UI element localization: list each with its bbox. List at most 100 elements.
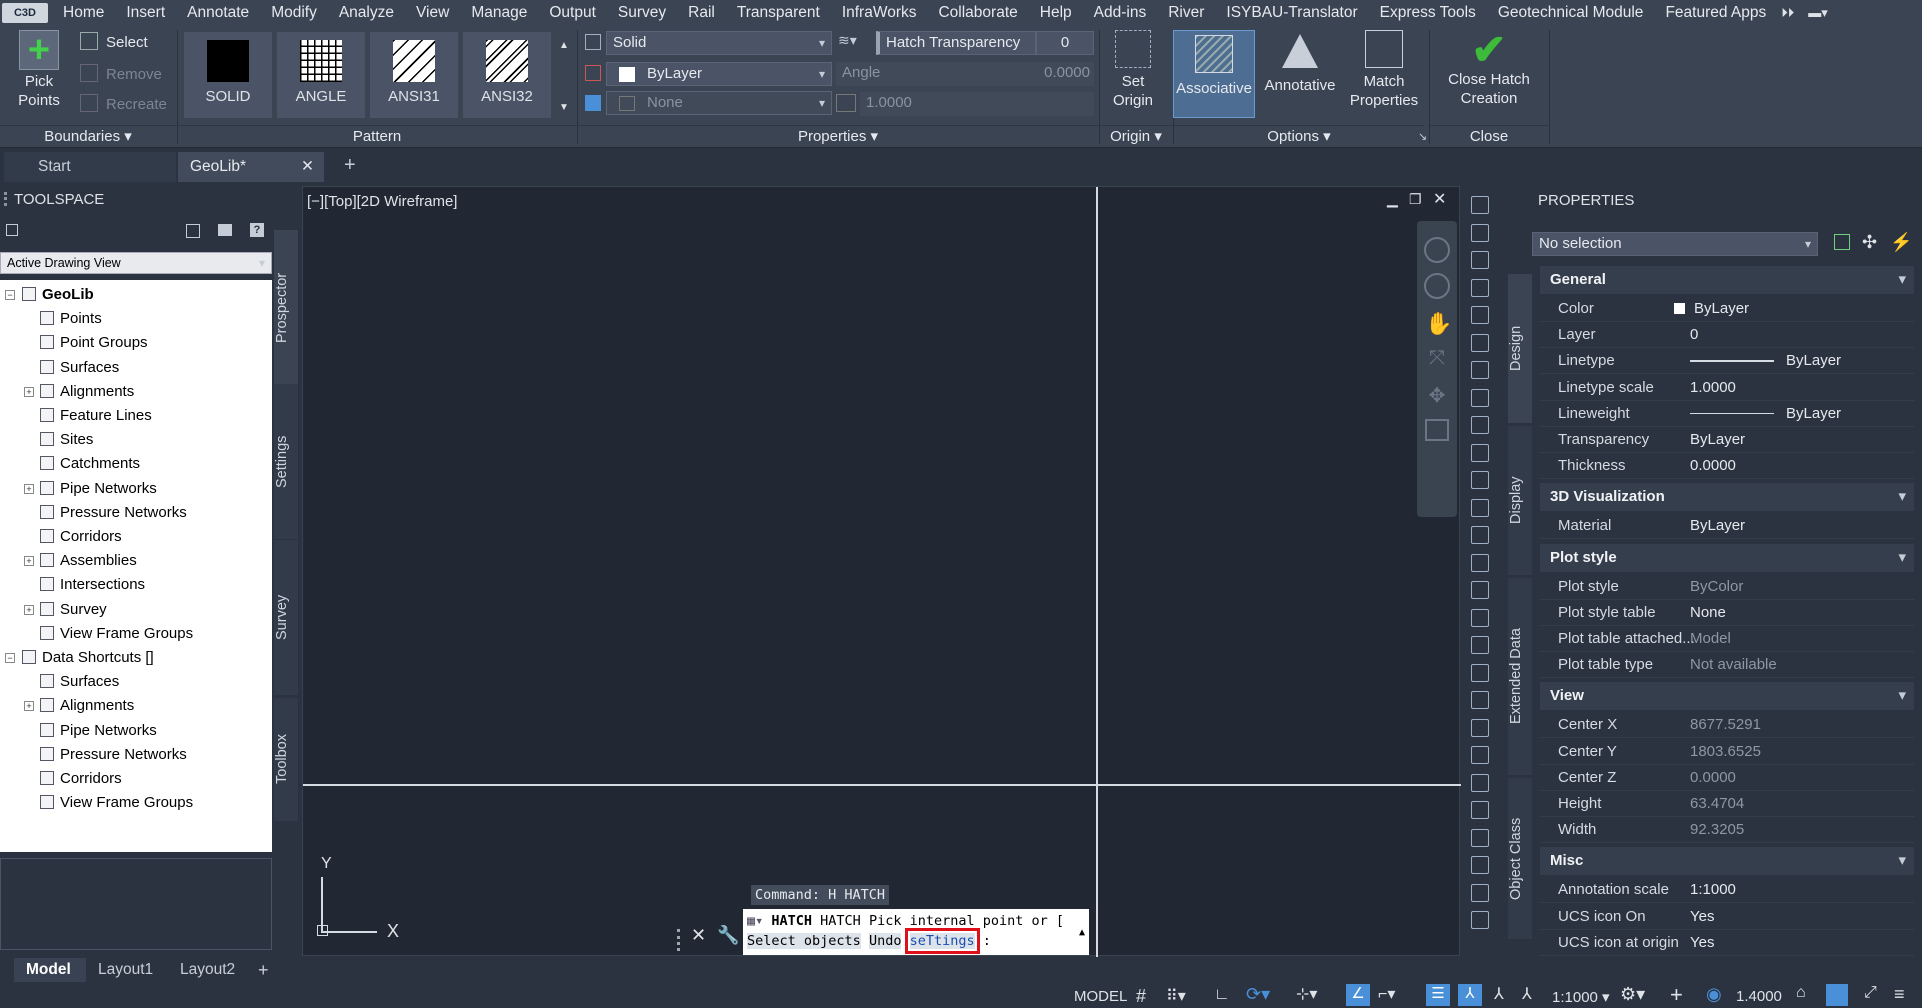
ortho-icon[interactable]: ∟ (1214, 986, 1230, 1004)
command-scroll-up[interactable]: ▲ (1079, 923, 1085, 943)
prop-plot-table-type[interactable]: Plot table type Not available (1540, 652, 1914, 679)
tool-14-icon[interactable] (1471, 553, 1489, 572)
menu-river[interactable]: River (1157, 0, 1215, 26)
fullscreen-icon[interactable]: ⤢ (1864, 984, 1877, 1002)
workspace-gear-icon[interactable]: ⚙▾ (1620, 984, 1645, 1005)
orbit-tool-icon[interactable]: ✥ (1425, 383, 1449, 407)
prop-thickness[interactable]: Thickness 0.0000 (1540, 453, 1914, 480)
help-icon[interactable]: ? (250, 223, 264, 237)
plus-icon[interactable]: + (1670, 982, 1683, 1008)
tab-start[interactable]: Start (4, 152, 176, 182)
menu-add-ins[interactable]: Add-ins (1083, 0, 1158, 26)
command-customize-icon[interactable]: 🔧 (717, 925, 739, 946)
gallery-scroll-down[interactable]: ▼ (556, 96, 572, 120)
collapse-icon[interactable]: − (5, 653, 15, 663)
tool-3-icon[interactable] (1471, 251, 1489, 269)
lineweight-toggle-icon[interactable]: ☰ (1426, 984, 1450, 1006)
tool-13-icon[interactable] (1471, 526, 1489, 544)
expand-icon[interactable]: + (24, 556, 34, 567)
expand-icon[interactable]: + (24, 483, 34, 494)
tree-item-survey[interactable]: Survey (40, 598, 107, 622)
command-history-icon[interactable]: ▦▾ (747, 913, 771, 929)
tool-24-icon[interactable] (1471, 828, 1489, 847)
remove-button[interactable]: Remove (80, 64, 162, 84)
prop-plot-style-table[interactable]: Plot style table None (1540, 600, 1914, 626)
menu-featured-apps[interactable]: Featured Apps (1654, 0, 1777, 26)
tree-item-view-frame-groups[interactable]: View Frame Groups (40, 622, 193, 646)
tree-item-corridors[interactable]: Corridors (40, 767, 122, 791)
zoom-extents-icon[interactable]: ⤧ (1425, 347, 1449, 371)
isolate-icon[interactable]: ⌂ (1796, 984, 1806, 1002)
tree-item-intersections[interactable]: Intersections (40, 573, 145, 597)
scale-input[interactable]: 1.0000 (860, 92, 1094, 116)
prop-linetype-scale[interactable]: Linetype scale 1.0000 (1540, 375, 1914, 401)
options-panel-title[interactable]: Options ▾ (1174, 125, 1424, 147)
command-line[interactable]: ▦▾ HATCH HATCH Pick internal point or [ … (743, 909, 1089, 955)
prop-center-y[interactable]: Center Y 1803.6525 (1540, 739, 1914, 765)
quick-select-icon[interactable]: ⚡ (1890, 232, 1912, 253)
tab-design[interactable]: Design (1508, 274, 1532, 424)
menu-express-tools[interactable]: Express Tools (1369, 0, 1487, 26)
tree-item-assemblies[interactable]: Assemblies (40, 549, 137, 573)
pan-icon[interactable]: ✋ (1425, 311, 1452, 336)
transparency-input[interactable]: 0 (1036, 31, 1094, 55)
tool-27-icon[interactable] (1471, 911, 1489, 929)
menu-infraworks[interactable]: InfraWorks (831, 0, 928, 26)
tab-layout1[interactable]: Layout1 (98, 958, 153, 982)
pattern-ansi31[interactable]: ANSI31 (370, 32, 458, 118)
restore-icon[interactable]: ❐ (1409, 191, 1422, 208)
orbit-icon[interactable] (1424, 273, 1450, 299)
tool-25-icon[interactable] (1471, 856, 1489, 874)
menu-transparent[interactable]: Transparent (726, 0, 831, 26)
command-close-icon[interactable]: ✕ (691, 925, 706, 946)
tree-item-data-shortcuts[interactable]: Data Shortcuts [] (22, 646, 154, 670)
menu-geotechnical-module[interactable]: Geotechnical Module (1487, 0, 1655, 26)
pattern-ansi32[interactable]: ANSI32 (463, 32, 551, 118)
option-settings[interactable]: seTtings (904, 928, 980, 954)
select-objects-icon[interactable]: ✣ (1862, 232, 1877, 253)
tree-item-surfaces[interactable]: Surfaces (40, 670, 119, 694)
selection-select[interactable]: No selection (1532, 232, 1818, 256)
collapse-icon[interactable]: − (5, 290, 15, 300)
tree-item-sites[interactable]: Sites (40, 428, 93, 452)
tool-26-icon[interactable] (1471, 883, 1489, 902)
tool-18-icon[interactable] (1471, 663, 1489, 682)
tool-15-icon[interactable] (1471, 581, 1489, 599)
menu-manage[interactable]: Manage (460, 0, 538, 26)
hardware-accel-icon[interactable] (1826, 984, 1848, 1006)
prop-linetype[interactable]: Linetype ByLayer (1540, 348, 1914, 375)
tree-item-pipe-networks[interactable]: Pipe Networks (40, 719, 157, 743)
model-space-button[interactable]: MODEL (1074, 988, 1127, 1005)
lineweight-value[interactable]: 1.4000 (1736, 988, 1782, 1005)
layer-icon[interactable]: ≋▾ (838, 32, 868, 54)
tool-5-icon[interactable] (1471, 306, 1489, 324)
tool-19-icon[interactable] (1471, 691, 1489, 709)
tool-16-icon[interactable] (1471, 608, 1489, 627)
menu-help[interactable]: Help (1029, 0, 1083, 26)
expand-icon[interactable]: + (24, 386, 34, 397)
prop-color[interactable]: Color ByLayer (1540, 296, 1914, 322)
polar-icon[interactable]: ⟳▾ (1246, 984, 1270, 1005)
angle-input[interactable]: 0.0000 (1016, 62, 1094, 86)
annotative-button[interactable]: Annotative (1260, 30, 1340, 95)
tab-geolib[interactable]: GeoLib* ✕ (178, 152, 324, 182)
app-logo[interactable]: C3D (2, 3, 48, 23)
steeringwheel-icon[interactable] (1424, 237, 1450, 263)
prop-center-x[interactable]: Center X 8677.5291 (1540, 712, 1914, 739)
add-layout-button[interactable]: + (258, 958, 269, 982)
prop-material[interactable]: Material ByLayer (1540, 513, 1914, 540)
prop-ucs-icon-on[interactable]: UCS icon On Yes (1540, 904, 1914, 930)
menu-home[interactable]: Home (52, 0, 115, 26)
recreate-button[interactable]: Recreate (80, 94, 167, 114)
menu-modify[interactable]: Modify (260, 0, 328, 26)
tab-layout2[interactable]: Layout2 (180, 958, 235, 982)
tool-6-icon[interactable] (1471, 333, 1489, 352)
menu-collaborate[interactable]: Collaborate (927, 0, 1028, 26)
toolspace-options-icon[interactable] (6, 224, 18, 236)
tab-toolbox[interactable]: Toolbox (274, 698, 298, 822)
tree-item-catchments[interactable]: Catchments (40, 452, 140, 476)
prop-transparency[interactable]: Transparency ByLayer (1540, 427, 1914, 453)
menu-insert[interactable]: Insert (115, 0, 176, 26)
tree-item-pipe-networks[interactable]: Pipe Networks (40, 477, 157, 501)
gallery-scroll-up[interactable]: ▲ (556, 34, 572, 58)
